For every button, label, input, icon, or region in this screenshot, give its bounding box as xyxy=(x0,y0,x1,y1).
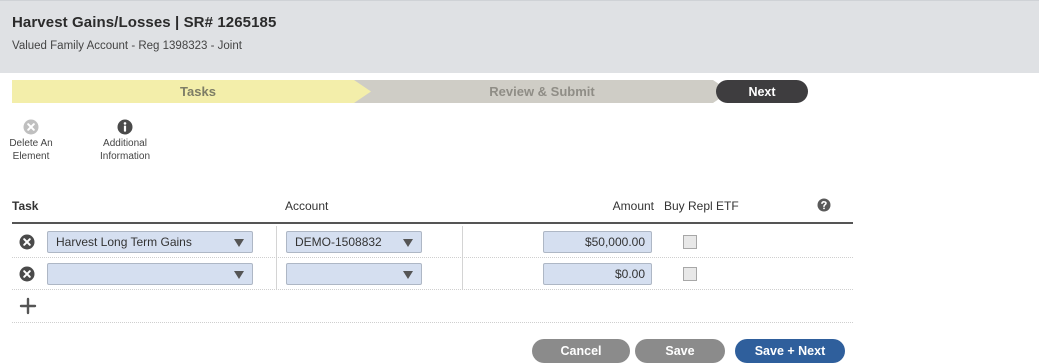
page-title: Harvest Gains/Losses | SR# 1265185 xyxy=(12,14,277,31)
info-circle-icon xyxy=(117,119,133,135)
save-button[interactable]: Save xyxy=(635,339,725,363)
task-select[interactable] xyxy=(47,263,253,285)
info-label-line1: Additional xyxy=(103,138,147,149)
account-select[interactable]: DEMO-1508832 xyxy=(286,231,422,253)
step-review-submit[interactable]: Review & Submit xyxy=(354,80,730,103)
info-label-line2: Information xyxy=(99,150,151,162)
x-circle-icon[interactable] xyxy=(19,234,35,250)
account-select-value: DEMO-1508832 xyxy=(295,235,382,249)
question-circle-icon[interactable] xyxy=(817,198,831,212)
amount-input[interactable]: $0.00 xyxy=(543,263,652,285)
step-tasks[interactable]: Tasks xyxy=(12,80,384,103)
table-row: $0.00 xyxy=(12,258,853,290)
chevron-down-icon xyxy=(234,239,244,247)
plus-icon[interactable] xyxy=(19,297,37,315)
task-grid: Harvest Long Term Gains DEMO-1508832 $50… xyxy=(12,222,853,324)
column-header-task: Task xyxy=(12,199,39,213)
cancel-button[interactable]: Cancel xyxy=(532,339,630,363)
column-header-account: Account xyxy=(285,199,329,213)
x-circle-icon[interactable] xyxy=(19,266,35,282)
task-select[interactable]: Harvest Long Term Gains xyxy=(47,231,253,253)
step-tasks-label: Tasks xyxy=(180,84,216,99)
account-subtitle: Valued Family Account - Reg 1398323 - Jo… xyxy=(12,40,242,52)
column-header-buy-repl-etf: Buy Repl ETF xyxy=(664,199,739,213)
buy-repl-etf-checkbox[interactable] xyxy=(683,235,697,249)
add-row-area xyxy=(12,290,853,323)
buy-repl-etf-checkbox[interactable] xyxy=(683,267,697,281)
x-circle-icon xyxy=(23,119,39,135)
account-select[interactable] xyxy=(286,263,422,285)
chevron-down-icon xyxy=(234,271,244,279)
delete-label-line1: Delete An xyxy=(9,138,53,149)
amount-input[interactable]: $50,000.00 xyxy=(543,231,652,253)
step-review-label: Review & Submit xyxy=(489,84,595,99)
chevron-down-icon xyxy=(403,239,413,247)
column-header-amount: Amount xyxy=(612,199,654,213)
additional-information-button[interactable]: Additional Information xyxy=(92,119,158,163)
chevron-down-icon xyxy=(403,271,413,279)
page-header: Harvest Gains/Losses | SR# 1265185 Value… xyxy=(0,0,1039,73)
save-next-button[interactable]: Save + Next xyxy=(735,339,845,363)
progress-steps: Tasks Review & Submit Next xyxy=(12,80,812,103)
table-row: Harvest Long Term Gains DEMO-1508832 $50… xyxy=(12,226,853,258)
delete-label-line2: Element xyxy=(12,150,50,162)
next-step-button[interactable]: Next xyxy=(716,80,808,103)
delete-element-button[interactable]: Delete An Element xyxy=(6,119,56,163)
task-select-value: Harvest Long Term Gains xyxy=(56,235,192,249)
